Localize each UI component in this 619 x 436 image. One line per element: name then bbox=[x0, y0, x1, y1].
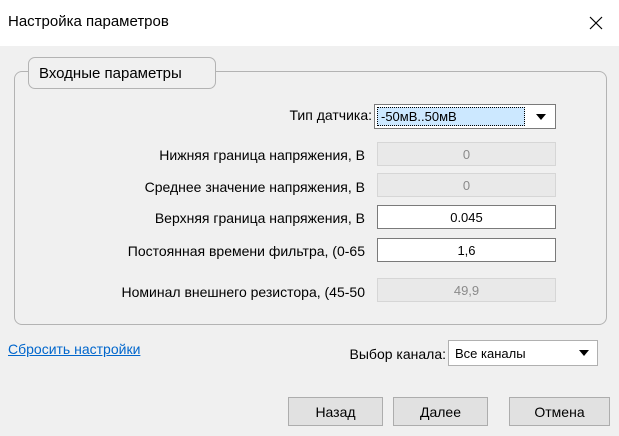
external-resistor-label: Номинал внешнего резистора, (45-50 bbox=[121, 284, 365, 300]
group-title: Входные параметры bbox=[28, 57, 216, 89]
close-icon bbox=[589, 16, 603, 30]
filter-time-constant-field[interactable]: 1,6 bbox=[377, 238, 556, 262]
next-button[interactable]: Далее bbox=[393, 397, 488, 426]
external-resistor-field: 49,9 bbox=[377, 278, 556, 302]
channel-select[interactable]: Все каналы bbox=[448, 340, 598, 366]
mean-voltage-label: Среднее значение напряжения, В bbox=[144, 179, 365, 195]
filter-time-constant-label: Постоянная времени фильтра, (0-65 bbox=[127, 243, 365, 259]
window-title: Настройка параметров bbox=[8, 13, 169, 30]
chevron-down-icon[interactable] bbox=[527, 105, 555, 128]
sensor-type-label: Тип датчика: bbox=[289, 107, 372, 123]
channel-select-label: Выбор канала: bbox=[349, 346, 446, 362]
back-button[interactable]: Назад bbox=[288, 397, 383, 426]
lower-voltage-field: 0 bbox=[377, 142, 556, 166]
sensor-type-select[interactable]: -50мВ..50мВ bbox=[374, 104, 556, 129]
cancel-button[interactable]: Отмена bbox=[509, 397, 610, 426]
sensor-type-value: -50мВ..50мВ bbox=[377, 107, 525, 126]
close-button[interactable] bbox=[578, 6, 614, 40]
mean-voltage-field: 0 bbox=[377, 173, 556, 197]
chevron-down-icon[interactable] bbox=[571, 341, 597, 365]
channel-select-value: Все каналы bbox=[455, 345, 526, 361]
upper-voltage-field[interactable]: 0.045 bbox=[377, 205, 556, 229]
upper-voltage-label: Верхняя граница напряжения, В bbox=[154, 210, 365, 226]
lower-voltage-label: Нижняя граница напряжения, В bbox=[159, 147, 365, 163]
reset-settings-link[interactable]: Сбросить настройки bbox=[8, 341, 140, 357]
